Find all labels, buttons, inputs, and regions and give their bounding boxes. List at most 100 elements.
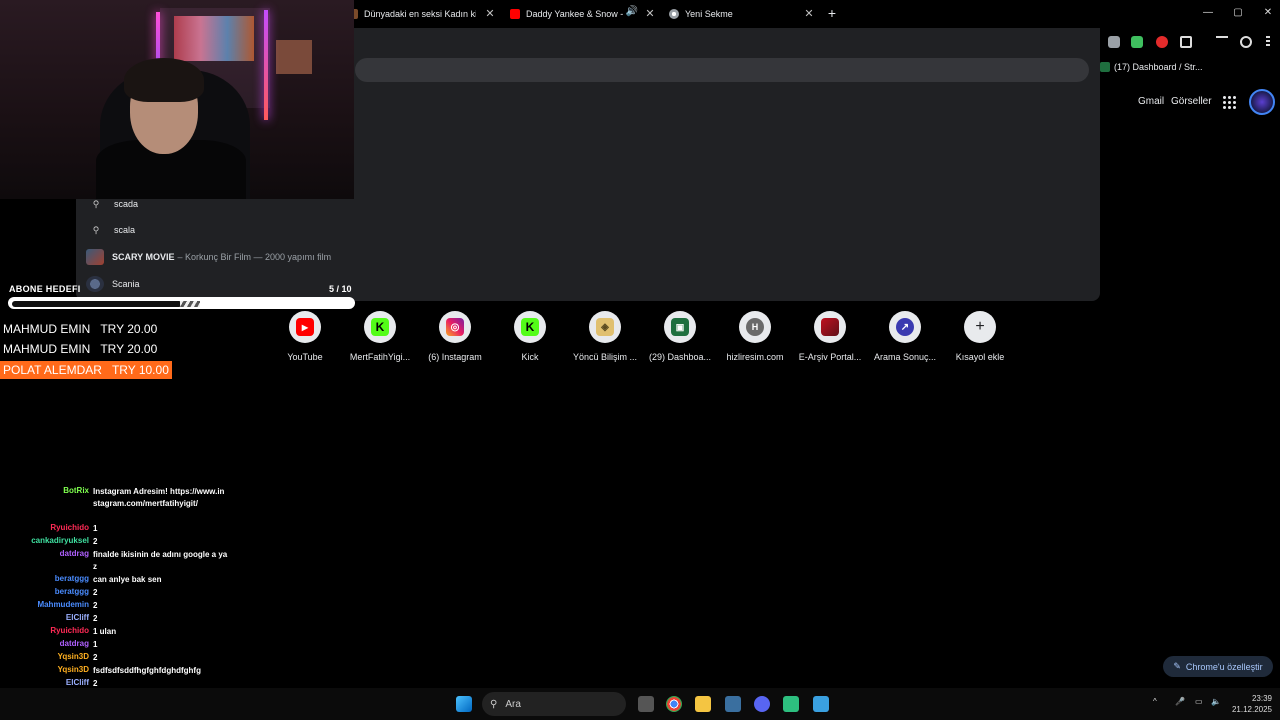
volume-icon[interactable]: 🔈 (1211, 697, 1221, 706)
youtube-favicon-icon (510, 9, 520, 19)
close-icon[interactable]: ✕ (484, 7, 496, 21)
shortcut-hizliresim[interactable]: H hizliresim.com (719, 311, 791, 362)
shortcut-label: hizliresim.com (726, 352, 784, 362)
microphone-icon[interactable]: 🎤 (1175, 697, 1185, 706)
donation-amount: TRY 10.00 (111, 363, 169, 377)
tab-1[interactable]: Dünyadaki en seksi Kadın kim - ✕ (352, 4, 496, 24)
chat-text: 2 (93, 601, 98, 610)
avatar[interactable] (1249, 89, 1275, 115)
close-icon[interactable]: ✕ (644, 7, 656, 21)
youtube-icon: ▶ (296, 318, 314, 336)
h-icon: H (746, 318, 764, 336)
search-result-icon: ↗ (896, 318, 914, 336)
shield-green-icon[interactable] (1131, 36, 1143, 48)
goal-count: 5 / 10 (329, 284, 352, 294)
search-placeholder: Ara (505, 698, 521, 710)
webcam-picture (276, 40, 312, 74)
chat-text: 2 (93, 537, 98, 546)
chat-username: Ryuichido (50, 523, 89, 532)
shortcut-dashboard[interactable]: ▣ (29) Dashboa... (644, 311, 716, 362)
search-icon: ⚲ (92, 198, 100, 209)
clock-date[interactable]: 21.12.2025 (1228, 705, 1272, 714)
minimize-button[interactable]: — (1201, 6, 1215, 20)
customize-label: Chrome'u özelleştir (1185, 661, 1263, 672)
maximize-button[interactable]: ▢ (1231, 6, 1245, 20)
media-icon[interactable] (1216, 36, 1228, 48)
profile-icon[interactable] (1240, 36, 1252, 48)
taskbar-search[interactable]: ⚲ Ara (482, 692, 626, 716)
shortcut-circle: ◎ (439, 311, 471, 343)
suggestion-item[interactable]: Scania (86, 273, 140, 295)
chat-username: datdrag (59, 549, 89, 558)
suggestion-text: Scania (112, 279, 140, 289)
task-view-icon[interactable] (638, 696, 654, 712)
chat-message: BotRix Instagram Adresim! https://www.ins… (0, 486, 230, 523)
shortcut-mertfatih[interactable]: K MertFatihYigi... (344, 311, 416, 362)
goal-progress-bar (8, 297, 355, 309)
menu-icon[interactable] (1266, 36, 1270, 48)
new-tab-button[interactable]: + (825, 5, 839, 21)
discord-icon[interactable] (754, 696, 770, 712)
gmail-link[interactable]: Gmail (1138, 96, 1164, 107)
suggestion-item[interactable]: SCARY MOVIE – Korkunç Bir Film — 2000 ya… (86, 246, 331, 268)
shortcut-label: Kick (521, 352, 539, 362)
chat-username: datdrag (59, 639, 89, 648)
red-extension-icon[interactable] (1156, 36, 1168, 48)
chat-message: Mahmudemin 2 (0, 600, 230, 613)
goal-progress-edge (179, 301, 200, 307)
address-bar[interactable] (355, 58, 1089, 82)
chat-username: Ryuichido (50, 626, 89, 635)
kick-icon: K (521, 318, 539, 336)
windows-start-icon[interactable] (456, 696, 472, 712)
chat-username: beratggg (54, 574, 89, 583)
close-window-button[interactable]: ✕ (1261, 6, 1275, 20)
game-app-icon[interactable] (783, 696, 799, 712)
chat-text: 1 (93, 640, 98, 649)
puzzle-icon[interactable] (1180, 36, 1192, 48)
clock-time[interactable]: 23:39 (1236, 694, 1272, 703)
chat-text: can anlye bak sen (93, 575, 162, 584)
tab-title: Yeni Sekme (685, 9, 733, 19)
shortcut-label: Arama Sonuç... (873, 352, 937, 362)
file-explorer-icon[interactable] (695, 696, 711, 712)
images-link[interactable]: Görseller (1171, 96, 1212, 107)
close-icon[interactable]: ✕ (803, 7, 815, 21)
chat-text: 2 (93, 588, 98, 597)
shield-icon[interactable] (1108, 36, 1120, 48)
shortcut-yoncu[interactable]: ◈ Yöncü Bilişim ... (569, 311, 641, 362)
shortcut-add[interactable]: + Kısayol ekle (944, 311, 1016, 362)
chat-message: Ryuichido 1 (0, 523, 230, 536)
suggestion-subtitle: – Korkunç Bir Film — 2000 yapımı film (177, 252, 332, 262)
shortcut-youtube[interactable]: ▶ YouTube (269, 311, 341, 362)
shortcut-circle (814, 311, 846, 343)
suggestion-item[interactable]: ⚲ scala (86, 219, 135, 241)
shortcut-kick[interactable]: K Kick (494, 311, 566, 362)
chrome-icon[interactable] (666, 696, 682, 712)
app-icon[interactable] (725, 696, 741, 712)
led-strip (264, 10, 268, 120)
suggestion-text: SCARY MOVIE (112, 252, 175, 262)
customize-chrome-button[interactable]: ✎ Chrome'u özelleştir (1163, 656, 1273, 677)
shortcut-label: Kısayol ekle (955, 352, 1005, 362)
chat-username: cankadiryuksel (31, 536, 89, 545)
donation-item: POLAT ALEMDAR TRY 10.00 (0, 361, 172, 379)
chat-text: 1 ulan (93, 627, 117, 636)
tab-2[interactable]: Daddy Yankee & Snow - Co 🔊 ✕ (510, 4, 656, 24)
shortcut-circle: ↗ (889, 311, 921, 343)
chevron-up-icon[interactable]: ^ (1153, 697, 1157, 706)
goal-progress-fill (12, 301, 182, 307)
display-icon[interactable]: ▭ (1195, 697, 1203, 706)
snipping-tool-icon[interactable] (813, 696, 829, 712)
chrome-icon (669, 9, 679, 19)
chat-text: fsdfsdfsddfhgfghfdghdfghfg (93, 666, 201, 675)
speaker-icon[interactable]: 🔊 (626, 6, 638, 17)
shortcut-instagram[interactable]: ◎ (6) Instagram (419, 311, 491, 362)
tab-3[interactable]: Yeni Sekme ✕ (669, 4, 815, 24)
shortcut-label: (6) Instagram (428, 352, 482, 362)
shortcut-circle: + (964, 311, 996, 343)
search-icon: ⚲ (92, 224, 100, 235)
shortcut-earsiv[interactable]: E-Arşiv Portal... (794, 311, 866, 362)
shortcut-arama[interactable]: ↗ Arama Sonuç... (869, 311, 941, 362)
apps-grid-icon[interactable] (1223, 96, 1236, 109)
bookmark-item[interactable]: (17) Dashboard / Str... (1100, 60, 1203, 74)
